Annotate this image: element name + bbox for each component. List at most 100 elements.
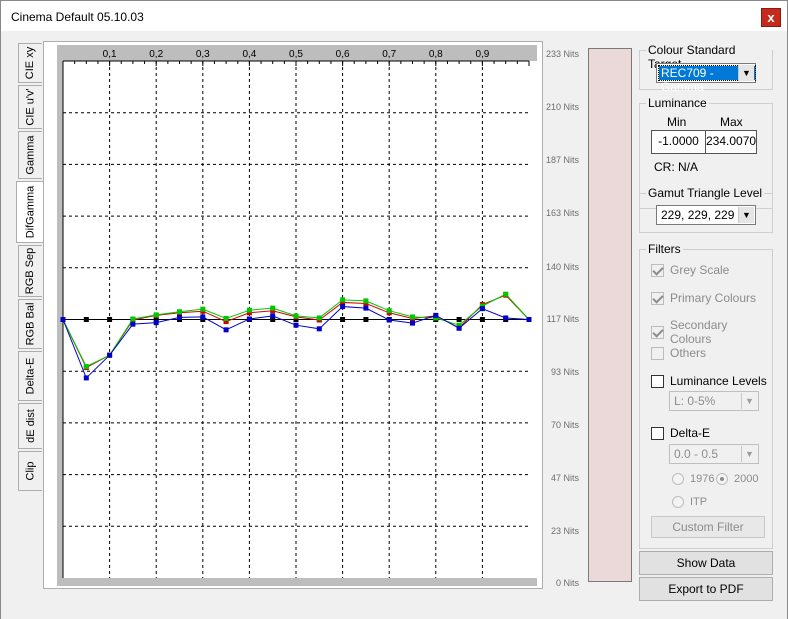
tab-difgamma[interactable]: DifGamma: [16, 181, 43, 243]
radio-circle: [716, 473, 728, 485]
chevron-down-icon: ▼: [741, 446, 757, 462]
main-content: CIE xy CIE u'v' Gamma DifGamma RGB Sep R…: [1, 31, 787, 619]
data-point: [246, 307, 252, 313]
data-point: [526, 317, 532, 322]
gamut-select[interactable]: 229, 229, 229 ▼: [656, 205, 756, 225]
tab-delta-e[interactable]: Delta-E: [18, 351, 42, 401]
data-point: [316, 326, 322, 332]
data-point: [410, 320, 415, 326]
chart-left-bar: [57, 45, 63, 586]
data-point: [503, 291, 509, 297]
data-point: [410, 314, 415, 320]
colour-standard-select[interactable]: REC709 - Gamma ▼: [656, 63, 756, 94]
filters-group: Filters Grey Scale Primary Colours Secon…: [639, 242, 773, 549]
luminance-levels-select[interactable]: L: 0-5% ▼: [669, 391, 759, 411]
checkbox-box: [651, 346, 664, 360]
tab-rgb-sep[interactable]: RGB Sep: [18, 245, 42, 297]
data-point: [60, 317, 66, 322]
data-point: [200, 306, 206, 312]
vertical-tab-strip: CIE xy CIE u'v' Gamma DifGamma RGB Sep R…: [16, 43, 44, 503]
data-point: [340, 297, 346, 303]
data-point: [293, 322, 299, 328]
data-point: [386, 317, 392, 323]
x-tick-label: 0,7: [382, 49, 396, 60]
window-title: Cinema Default 05.10.03: [11, 10, 144, 24]
data-point: [177, 314, 182, 320]
nits-tick-label: 163 Nits: [545, 208, 579, 218]
data-point: [386, 308, 392, 314]
data-point: [479, 306, 485, 312]
radio-circle: [672, 473, 684, 485]
delta-e-select[interactable]: 0.0 - 0.5 ▼: [669, 444, 759, 464]
tab-gamma[interactable]: Gamma: [18, 131, 42, 179]
x-tick-label: 0,2: [149, 49, 163, 60]
data-point: [456, 325, 462, 331]
chart-bottom-bar: [57, 578, 537, 586]
x-tick-label: 0,6: [336, 49, 350, 60]
nits-tick-label: 187 Nits: [545, 155, 579, 165]
data-point: [340, 304, 346, 310]
tab-cie-uv[interactable]: CIE u'v': [18, 85, 42, 129]
luminance-levels-checkbox[interactable]: Luminance Levels: [651, 374, 767, 388]
data-point: [83, 317, 89, 322]
difgamma-chart: 0,10,20,30,40,50,60,70,80,90,40,30,20,10…: [57, 45, 537, 586]
data-point: [107, 317, 113, 322]
custom-filter-button[interactable]: Custom Filter: [651, 516, 765, 538]
data-point: [223, 327, 229, 333]
x-tick-label: 0,3: [196, 49, 210, 60]
data-point: [246, 316, 252, 322]
tab-rgb-bal[interactable]: RGB Bal: [18, 299, 42, 349]
data-point: [130, 321, 136, 327]
delta-e-checkbox[interactable]: Delta-E: [651, 426, 710, 440]
nits-tick-label: 23 Nits: [550, 526, 579, 536]
data-point: [433, 312, 439, 318]
data-point: [83, 375, 89, 381]
data-point: [270, 313, 276, 319]
x-tick-label: 0,4: [242, 49, 256, 60]
nits-tick-label: 93 Nits: [550, 367, 579, 377]
radio-itp[interactable]: ITP: [672, 496, 707, 508]
primary-colours-checkbox[interactable]: Primary Colours: [651, 291, 756, 305]
chevron-down-icon: ▼: [738, 65, 754, 81]
others-checkbox[interactable]: Others: [651, 346, 706, 360]
nits-tick-label: 70 Nits: [550, 420, 579, 430]
tab-de-dist[interactable]: dE dist: [18, 403, 42, 449]
data-point: [107, 352, 113, 358]
data-point: [340, 317, 346, 322]
secondary-colours-checkbox[interactable]: Secondary Colours: [651, 318, 772, 346]
tab-cie-xy[interactable]: CIE xy: [18, 43, 42, 83]
export-pdf-button[interactable]: Export to PDF: [639, 577, 773, 601]
grey-scale-checkbox[interactable]: Grey Scale: [651, 263, 729, 277]
luminance-min-label: Min: [667, 115, 687, 129]
data-point: [316, 315, 322, 321]
data-point: [177, 309, 182, 315]
nits-tick-label: 117 Nits: [546, 314, 579, 324]
data-point: [130, 316, 136, 322]
data-point: [293, 313, 299, 319]
data-point: [363, 298, 369, 304]
x-tick-label: 0,1: [103, 49, 117, 60]
data-point: [83, 364, 89, 370]
tab-clip[interactable]: Clip: [18, 451, 42, 491]
radio-circle: [672, 496, 684, 508]
show-data-button[interactable]: Show Data: [639, 551, 773, 575]
luminance-title: Luminance: [646, 96, 709, 110]
data-point: [153, 320, 159, 326]
close-button[interactable]: x: [761, 8, 781, 27]
checkbox-box: [651, 325, 664, 339]
x-tick-label: 0,5: [289, 49, 303, 60]
data-point: [223, 315, 229, 321]
radio-1976[interactable]: 1976: [672, 473, 714, 485]
luminance-max-label: Max: [720, 115, 743, 129]
checkbox-box: [651, 263, 664, 277]
checkbox-box: [651, 426, 664, 440]
filters-title: Filters: [646, 242, 683, 256]
x-tick-label: 0,9: [475, 49, 489, 60]
data-point: [153, 312, 159, 318]
data-point: [270, 305, 276, 311]
radio-2000[interactable]: 2000: [716, 473, 758, 485]
gamut-title: Gamut Triangle Level: [646, 186, 765, 200]
nits-tick-label: 233 Nits: [545, 49, 579, 59]
app-window: Cinema Default 05.10.03 x CIE xy CIE u'v…: [0, 0, 788, 619]
data-point: [456, 317, 462, 322]
